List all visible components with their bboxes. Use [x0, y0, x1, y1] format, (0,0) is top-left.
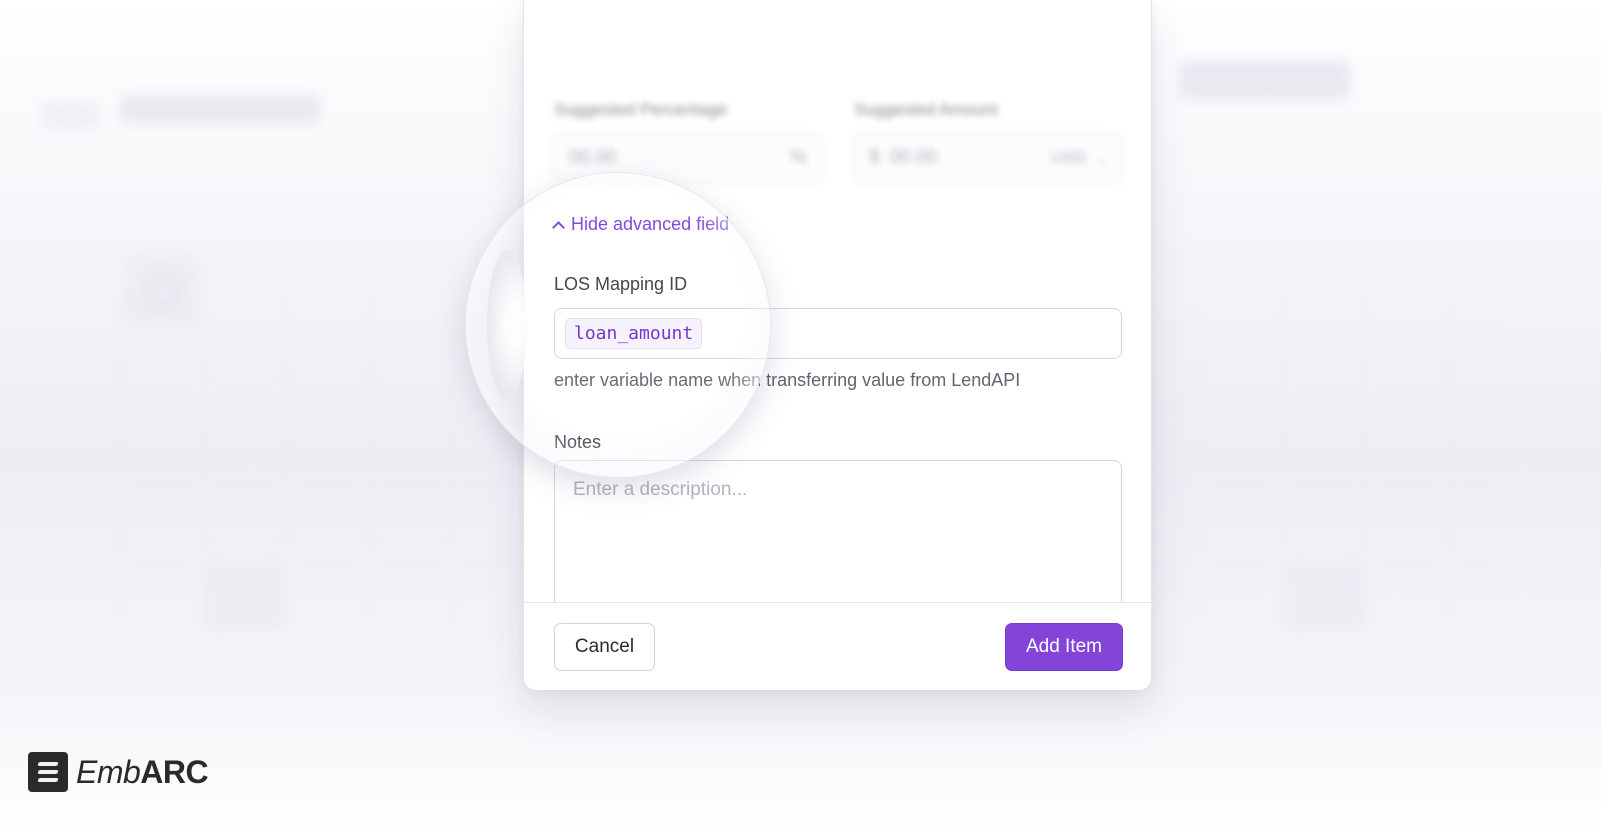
modal-top-row: [554, 22, 1122, 62]
hide-advanced-field-label: Hide advanced field: [571, 214, 730, 234]
suggested-amount-input[interactable]: $ 00.00 USD ⌄: [854, 133, 1122, 183]
suggested-percentage-input[interactable]: 00.00 %: [554, 133, 822, 183]
los-mapping-hint: enter variable name when transferring va…: [554, 370, 1021, 390]
currency-select[interactable]: USD: [1051, 148, 1087, 168]
variable-chip[interactable]: loan_amount: [565, 318, 703, 349]
dollar-prefix: $: [869, 147, 880, 168]
lens-rim: [487, 250, 527, 400]
hide-advanced-field-toggle[interactable]: Hide advanced field: [552, 214, 730, 235]
add-item-modal: Suggested Percentage 00.00 % Suggested A…: [523, 0, 1152, 690]
notes-placeholder: Enter a description...: [573, 479, 748, 500]
chevron-down-icon: ⌄: [1096, 151, 1107, 165]
suggested-percentage-value: 00.00: [569, 147, 617, 168]
percent-suffix: %: [790, 147, 807, 168]
embarc-logo-icon: [28, 752, 68, 792]
bg-card: [125, 255, 200, 325]
suggested-amount-label: Suggested Amount: [854, 100, 998, 119]
bg-header-bar: [120, 95, 320, 123]
notes-label: Notes: [554, 432, 602, 452]
bg-card: [40, 100, 100, 130]
bg-card: [205, 565, 285, 630]
bg-header-bar-right: [1180, 60, 1350, 100]
suggested-percentage-label: Suggested Percentage: [554, 100, 727, 119]
add-item-button[interactable]: Add Item: [1005, 623, 1123, 671]
bg-card: [1285, 565, 1365, 630]
los-mapping-label: LOS Mapping ID: [554, 274, 688, 294]
logo-wordmark: EmbARC: [76, 753, 209, 791]
logo-text-part1: Emb: [76, 753, 141, 790]
chevron-up-icon: [552, 220, 565, 234]
suggested-amount-value: 00.00: [889, 147, 938, 168]
notes-textarea[interactable]: Enter a description...: [554, 460, 1122, 602]
embarc-logo: EmbARC: [28, 752, 209, 792]
modal-footer: Cancel Add Item: [524, 602, 1151, 690]
logo-text-part2: ARC: [140, 753, 209, 790]
globe-icon: [145, 276, 179, 310]
cancel-button[interactable]: Cancel: [554, 623, 655, 671]
los-mapping-input[interactable]: loan_amount: [554, 308, 1122, 359]
